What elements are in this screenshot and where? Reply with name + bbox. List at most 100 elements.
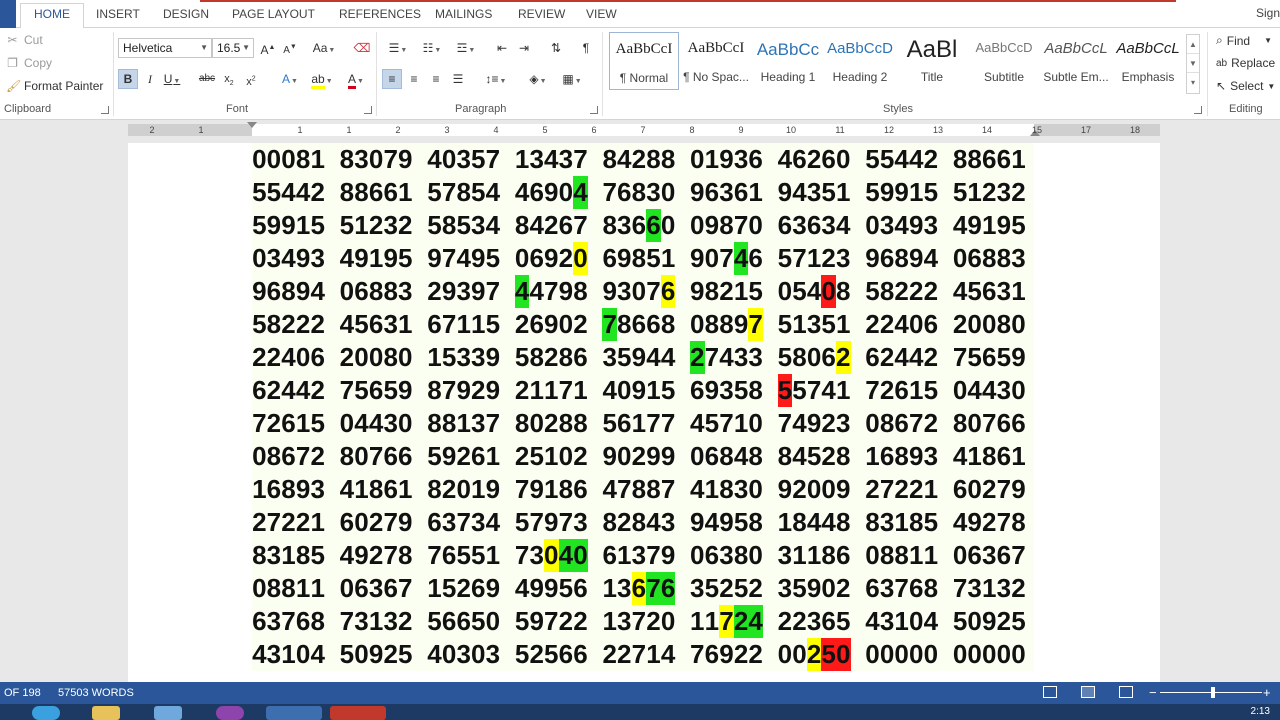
tab-insert[interactable]: INSERT (90, 4, 146, 26)
chevron-down-icon[interactable]: ▼ (1187, 54, 1199, 73)
tab-mailings[interactable]: MAILINGS (429, 4, 498, 26)
style-heading-2[interactable]: AaBbCcD Heading 2 (825, 32, 895, 90)
digit: 5 (704, 573, 720, 603)
tab-design[interactable]: DESIGN (157, 4, 215, 26)
format-painter-button[interactable]: 🖌 Format Painter (6, 79, 103, 93)
digit: 0 (354, 639, 369, 669)
styles-launcher-icon[interactable] (1194, 106, 1202, 114)
subscript-button[interactable]: x2 (219, 69, 239, 89)
style-heading-1[interactable]: AaBbCc Heading 1 (753, 32, 823, 90)
highlight-color-button[interactable]: ab▼ (306, 69, 338, 89)
superscript-button[interactable]: x2 (241, 69, 261, 89)
tab-references[interactable]: REFERENCES (333, 4, 427, 26)
horizontal-ruler[interactable]: 2 1 1 1 2 3 4 5 6 7 8 9 10 11 12 13 14 15 17 18 (128, 122, 1160, 136)
find-button[interactable]: ⌕ Find ▼ (1216, 33, 1272, 48)
clipboard-launcher-icon[interactable] (101, 106, 109, 114)
increase-indent-button[interactable]: ⇥ (514, 38, 534, 58)
show-formatting-button[interactable]: ¶ (576, 38, 596, 58)
digit: 0 (456, 474, 471, 504)
justify-button[interactable]: ☰ (448, 69, 468, 89)
tab-review[interactable]: REVIEW (512, 4, 571, 26)
change-case-button[interactable]: Aa▼ (308, 38, 340, 58)
select-button[interactable]: ↖ Select ▼ (1216, 79, 1275, 93)
font-size-combo[interactable]: 16.5 ▼ (212, 38, 254, 58)
tab-view[interactable]: VIEW (580, 4, 623, 26)
style-sample: AaBbCcL (1044, 40, 1108, 57)
bullets-button[interactable]: ☰▼ (382, 38, 414, 58)
grow-font-button[interactable]: A▲ (258, 38, 278, 58)
align-right-button[interactable]: ≡ (426, 69, 446, 89)
strikethrough-button[interactable]: abc (197, 69, 217, 89)
cursor-arrow-icon: ↖ (1216, 79, 1227, 93)
digit: 0 (558, 441, 574, 471)
paragraph-launcher-icon[interactable] (590, 106, 598, 114)
print-layout-icon[interactable] (1081, 686, 1095, 698)
style-subtle-emphasis[interactable]: AaBbCcL Subtle Em... (1041, 32, 1111, 90)
style-subtitle[interactable]: AaBbCcD Subtitle (969, 32, 1039, 90)
number-group: 00250 (778, 638, 866, 671)
styles-gallery-scroll[interactable]: ▲ ▼ ▾ (1186, 34, 1200, 94)
digit: 5 (865, 276, 880, 306)
align-center-button[interactable]: ≡ (404, 69, 424, 89)
start-orb-icon[interactable] (32, 706, 60, 720)
zoom-slider-thumb[interactable] (1211, 687, 1215, 698)
bold-button[interactable]: B (118, 69, 138, 89)
cut-button[interactable]: ✂ Cut (6, 33, 42, 47)
sort-button[interactable]: ⇅ (546, 38, 566, 58)
font-color-icon: A (348, 72, 357, 89)
file-tab[interactable] (0, 0, 16, 28)
sign-in-link[interactable]: Sign (1256, 6, 1280, 20)
digit: 2 (558, 606, 574, 636)
number-group: 94351 (778, 176, 866, 209)
taskbar-app-icon[interactable] (216, 706, 244, 720)
font-color-button[interactable]: A▼ (340, 69, 372, 89)
line-spacing-button[interactable]: ↕≡▼ (480, 69, 512, 89)
digit: 9 (982, 606, 997, 636)
word-count[interactable]: 57503 WORDS (58, 687, 134, 699)
digit: 3 (456, 276, 471, 306)
taskbar-clock[interactable]: 2:13 (1251, 706, 1270, 717)
numbering-button[interactable]: ☷▼ (416, 38, 448, 58)
decrease-indent-button[interactable]: ⇤ (492, 38, 512, 58)
read-mode-icon[interactable] (1043, 686, 1057, 698)
digit: 2 (952, 309, 968, 339)
digit: 8 (704, 276, 720, 306)
digit: 6 (690, 375, 705, 405)
number-group: 08672 (865, 407, 953, 440)
file-explorer-icon[interactable] (92, 706, 120, 720)
web-layout-icon[interactable] (1119, 686, 1133, 698)
first-line-indent-marker[interactable] (247, 122, 257, 128)
style-title[interactable]: AaBl Title (897, 32, 967, 90)
replace-button[interactable]: ab Replace (1216, 56, 1275, 70)
more-styles-icon[interactable]: ▾ (1187, 73, 1199, 92)
borders-button[interactable]: ▦▼ (556, 69, 588, 89)
underline-button[interactable]: U▼ (162, 69, 182, 89)
zoom-in-icon[interactable]: + (1263, 685, 1271, 700)
font-name-combo[interactable]: Helvetica ▼ (118, 38, 212, 58)
chrome-taskbar-icon[interactable] (330, 706, 386, 720)
italic-button[interactable]: I (140, 69, 160, 89)
word-taskbar-icon[interactable] (266, 706, 322, 720)
shading-button[interactable]: ◈▼ (522, 69, 554, 89)
style-no-spacing[interactable]: AaBbCcI ¶ No Spac... (681, 32, 751, 90)
clear-formatting-button[interactable]: ⌫ (352, 38, 372, 58)
chevron-up-icon[interactable]: ▲ (1187, 35, 1199, 54)
shrink-font-button[interactable]: A▼ (280, 38, 300, 58)
tab-home[interactable]: HOME (20, 3, 84, 29)
tab-page-layout[interactable]: PAGE LAYOUT (226, 4, 321, 26)
digit: 8 (602, 210, 617, 240)
font-launcher-icon[interactable] (364, 106, 372, 114)
document-page[interactable]: 0008183079403571343784288019364626055442… (128, 143, 1160, 682)
taskbar-app-icon[interactable] (154, 706, 182, 720)
multilevel-list-button[interactable]: ☲▼ (450, 38, 482, 58)
document-area[interactable]: 0008183079403571343784288019364626055442… (0, 139, 1280, 682)
align-left-button[interactable]: ≡ (382, 69, 402, 89)
style-emphasis[interactable]: AaBbCcL Emphasis (1113, 32, 1183, 90)
highlighted-digit: 7 (719, 605, 734, 638)
page-count[interactable]: OF 198 (4, 687, 41, 699)
zoom-out-icon[interactable]: − (1149, 685, 1157, 700)
text-effects-button[interactable]: A▼ (274, 69, 306, 89)
style-normal[interactable]: AaBbCcI ¶ Normal (609, 32, 679, 90)
number-group: 63634 (778, 209, 866, 242)
copy-button[interactable]: ❐ Copy (6, 56, 52, 70)
